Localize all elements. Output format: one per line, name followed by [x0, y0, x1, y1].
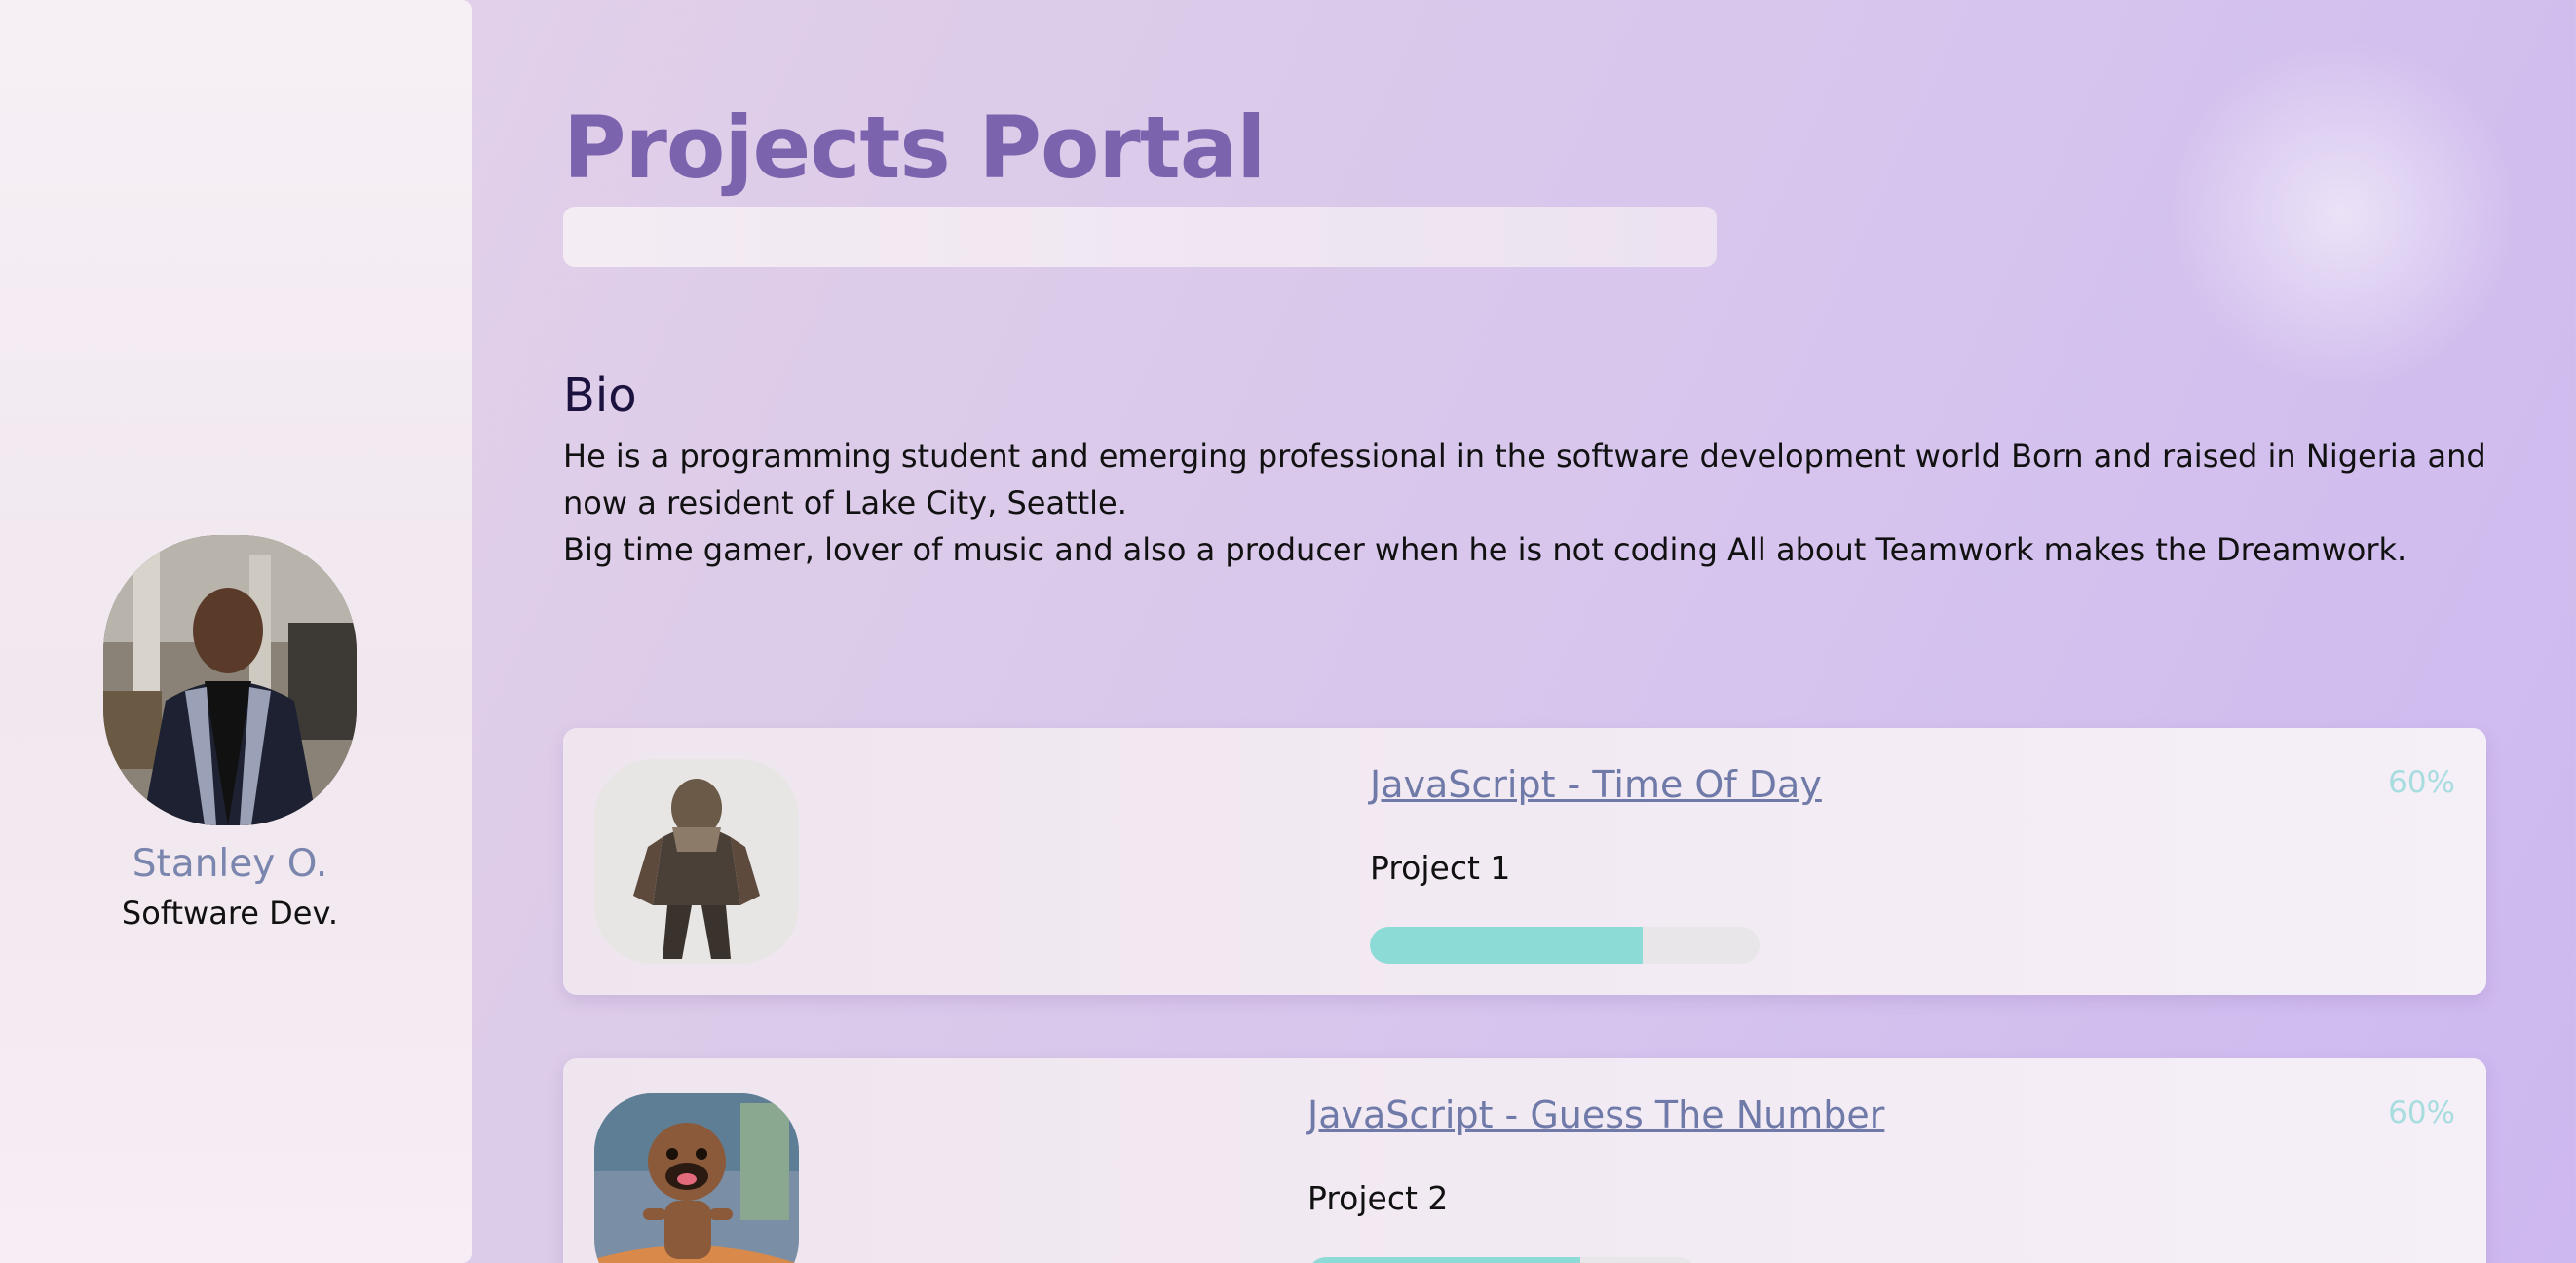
- main-content: Projects Portal Bio He is a programming …: [563, 0, 2488, 1263]
- project-image: [594, 1093, 799, 1263]
- project-card: JavaScript - Time Of Day Project 1 60%: [563, 728, 2486, 995]
- avatar-photo: [103, 535, 357, 825]
- progress-fill: [1370, 927, 1643, 964]
- bio-text: He is a programming student and emerging…: [563, 433, 2492, 573]
- search-input[interactable]: [563, 207, 1717, 267]
- profile-sidebar: Stanley O. Software Dev.: [0, 0, 472, 1263]
- progress-percent: 60%: [2388, 1095, 2455, 1130]
- project-subtitle: Project 1: [1370, 849, 1511, 887]
- progress-bar: [1370, 927, 1760, 964]
- bio-paragraph-1: He is a programming student and emerging…: [563, 438, 2486, 521]
- bio-paragraph-2: Big time gamer, lover of music and also …: [563, 531, 2407, 568]
- project-image: [594, 759, 799, 964]
- progress-fill: [1307, 1257, 1580, 1263]
- profile-avatar: [103, 535, 357, 825]
- project-title-link[interactable]: JavaScript - Time Of Day: [1370, 763, 1822, 806]
- project-title-link[interactable]: JavaScript - Guess The Number: [1307, 1093, 1884, 1136]
- bio-heading: Bio: [563, 368, 637, 423]
- progress-bar: [1307, 1257, 1697, 1263]
- page-title: Projects Portal: [563, 97, 1266, 198]
- project-card: JavaScript - Guess The Number Project 2 …: [563, 1058, 2486, 1263]
- progress-percent: 60%: [2388, 765, 2455, 800]
- project-subtitle: Project 2: [1307, 1179, 1449, 1217]
- project-thumbnail: [594, 759, 799, 964]
- profile-name: Stanley O.: [132, 842, 328, 886]
- profile-role: Software Dev.: [121, 895, 339, 932]
- project-thumbnail: [594, 1093, 799, 1263]
